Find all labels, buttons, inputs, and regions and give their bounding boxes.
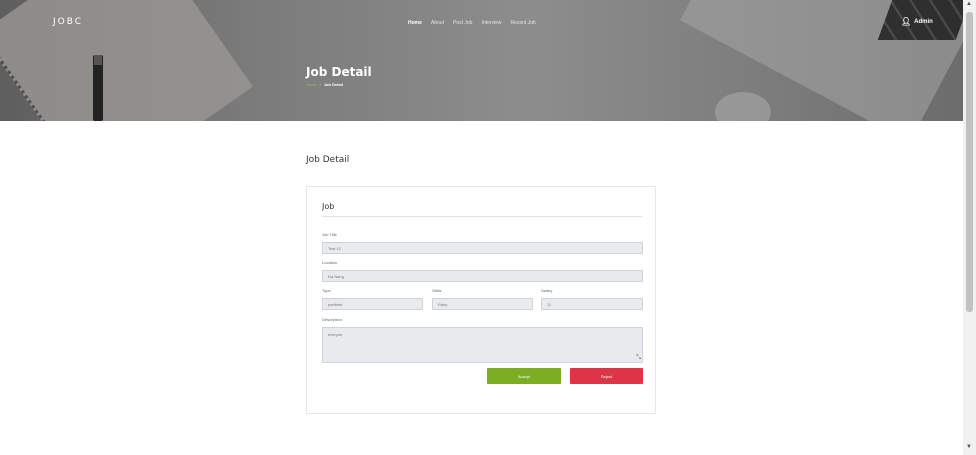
section-title: Job Detail [306, 155, 350, 165]
description-text: everyne [328, 332, 343, 337]
nav-item-recent-job[interactable]: Recent Job [510, 20, 535, 26]
salary-label: Salary [541, 288, 553, 293]
scrollbar-thumb[interactable] [966, 12, 973, 312]
pen-cap-decoration [94, 55, 102, 65]
page-title: Job Detail [306, 65, 372, 79]
type-field[interactable]: parttime [322, 298, 423, 310]
breadcrumb-current: Job Detail [323, 82, 343, 87]
notebook-decoration [0, 0, 253, 121]
job-title-label: Job Title [322, 232, 337, 237]
hero-banner: JOBC Home About Post Job Interview Recen… [0, 0, 963, 121]
breadcrumb-separator: / [319, 82, 321, 87]
job-title-field[interactable]: Test 12 [322, 242, 643, 254]
skills-field[interactable]: Ruby [432, 298, 533, 310]
nav-item-home[interactable]: Home [408, 20, 422, 26]
type-label: Type [322, 288, 331, 293]
card-title: Job [322, 202, 642, 217]
location-field[interactable]: Da Nang [322, 270, 643, 282]
scroll-up-icon[interactable]: ▲ [966, 1, 972, 7]
user-menu[interactable]: 👤︎ Admin [901, 17, 933, 26]
location-label: Location [322, 260, 338, 265]
skills-label: Skills [432, 288, 442, 293]
description-label: Description [322, 317, 343, 322]
mouse-decoration [715, 92, 771, 121]
user-icon: 👤︎ [901, 17, 912, 26]
page-scrollbar[interactable]: ▲ ▼ [963, 0, 976, 455]
scroll-down-icon[interactable]: ▼ [966, 444, 972, 450]
breadcrumb: Home / Job Detail [306, 82, 343, 87]
nav-item-about[interactable]: About [431, 20, 444, 26]
breadcrumb-home[interactable]: Home [306, 82, 317, 87]
reject-button[interactable]: Reject [570, 368, 643, 384]
nav-item-post-job[interactable]: Post Job [453, 20, 472, 26]
salary-field[interactable]: 11 [541, 298, 643, 310]
main-nav: Home About Post Job Interview Recent Job [408, 20, 536, 26]
accept-button[interactable]: Accept [487, 368, 561, 384]
nav-item-interview[interactable]: Interview [481, 20, 501, 26]
brand-logo[interactable]: JOBC [53, 17, 83, 27]
resize-handle-icon[interactable]: ⤡ [636, 355, 641, 362]
description-field[interactable]: everyne ⤡ [322, 327, 643, 363]
job-card: Job Job Title Test 12 Location Da Nang T… [306, 186, 656, 414]
user-name: Admin [914, 18, 933, 25]
